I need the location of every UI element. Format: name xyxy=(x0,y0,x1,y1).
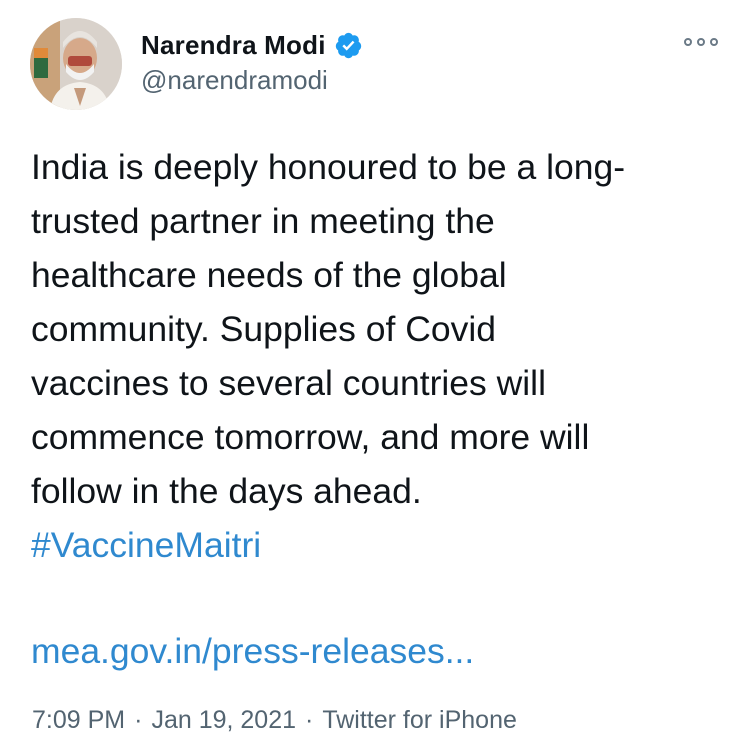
more-options-icon[interactable] xyxy=(684,32,718,52)
dot-icon xyxy=(684,38,692,46)
tweet-date: Jan 19, 2021 xyxy=(151,706,297,734)
author-name-row[interactable]: Narendra Modi xyxy=(141,28,363,62)
tweet-time: 7:09 PM xyxy=(32,706,126,734)
verified-badge-icon xyxy=(334,31,363,60)
dot-icon xyxy=(710,38,718,46)
meta-separator: · xyxy=(134,706,143,734)
tweet-card: Narendra Modi @narendramodi India is dee… xyxy=(0,0,750,754)
dot-icon xyxy=(697,38,705,46)
hashtag-link[interactable]: #VaccineMaitri xyxy=(31,518,721,572)
tweet-text-line: community. Supplies of Covid xyxy=(31,309,496,349)
press-release-link[interactable]: mea.gov.in/press-releases... xyxy=(31,624,474,678)
tweet-text-line: vaccines to several countries will xyxy=(31,363,546,403)
tweet-text-line: commence tomorrow, and more will xyxy=(31,417,590,457)
author-handle[interactable]: @narendramodi xyxy=(141,65,328,96)
profile-photo xyxy=(30,18,122,110)
tweet-source[interactable]: Twitter for iPhone xyxy=(322,706,517,734)
tweet-text: India is deeply honoured to be a long- t… xyxy=(31,140,721,572)
tweet-text-line: follow in the days ahead. xyxy=(31,471,422,511)
avatar[interactable] xyxy=(30,18,122,110)
tweet-text-line: India is deeply honoured to be a long- xyxy=(31,147,626,187)
meta-separator: · xyxy=(305,706,314,734)
tweet-text-line: healthcare needs of the global xyxy=(31,255,507,295)
author-display-name[interactable]: Narendra Modi xyxy=(141,30,326,61)
tweet-meta: 7:09 PM · Jan 19, 2021 · Twitter for iPhone xyxy=(32,706,517,735)
tweet-text-line: trusted partner in meeting the xyxy=(31,201,495,241)
